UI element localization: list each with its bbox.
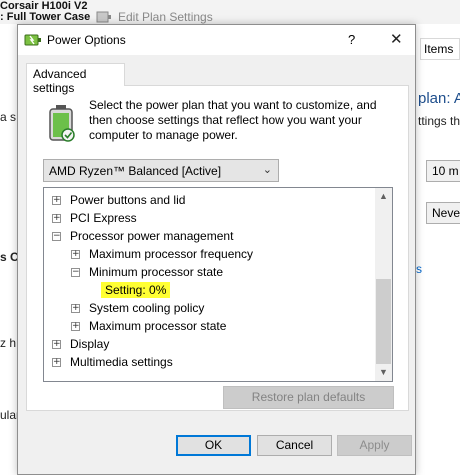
expand-icon[interactable]: + [71, 303, 80, 313]
help-button[interactable]: ? [348, 32, 355, 47]
tree-item-min-processor-state[interactable]: − Minimum processor state [71, 263, 223, 281]
tree-item-label: Display [70, 337, 110, 351]
setting-value-highlight[interactable]: Setting: 0% [101, 282, 171, 298]
dialog-body: Advanced settings Select the power plan … [18, 55, 415, 474]
background-link[interactable]: s [416, 262, 422, 276]
power-plan-dropdown[interactable]: AMD Ryzen™ Balanced [Active] ⌄ [43, 159, 279, 182]
tree-item-max-processor-frequency[interactable]: + Maximum processor frequency [71, 245, 253, 263]
tree-item-label: System cooling policy [89, 301, 205, 315]
chevron-down-icon: ⌄ [262, 164, 272, 176]
background-left-fragment-2: s C [0, 250, 19, 264]
tree-item-label: Maximum processor state [89, 319, 227, 333]
dialog-title: Power Options [47, 33, 126, 47]
background-combo-1[interactable]: 10 m [426, 160, 460, 182]
expand-icon[interactable]: + [52, 195, 61, 205]
setting-value: 0% [149, 283, 167, 297]
instruction-text: Select the power plan that you want to c… [89, 98, 377, 142]
scroll-up-arrow-icon[interactable]: ▲ [375, 188, 392, 205]
edit-plan-title-text: Edit Plan Settings [118, 10, 213, 24]
background-left-fragment-1: a s [0, 110, 17, 124]
dialog-titlebar[interactable]: Power Options ? ✕ [18, 25, 415, 55]
tree-item-max-processor-state[interactable]: + Maximum processor state [71, 317, 226, 335]
battery-icon [49, 105, 75, 142]
collapse-icon[interactable]: − [71, 267, 80, 277]
power-options-icon [24, 34, 41, 46]
apply-button[interactable]: Apply [337, 435, 412, 456]
expand-icon[interactable]: + [52, 213, 61, 223]
cancel-button[interactable]: Cancel [257, 435, 332, 456]
power-plan-icon [96, 11, 111, 23]
close-button[interactable]: ✕ [390, 30, 403, 48]
collapse-icon[interactable]: − [52, 231, 61, 241]
tree-item-power-buttons[interactable]: + Power buttons and lid [52, 191, 185, 209]
expand-icon[interactable]: + [52, 357, 61, 367]
power-plan-selected: AMD Ryzen™ Balanced [Active] [49, 164, 222, 178]
tree-item-label: Processor power management [70, 229, 234, 243]
tree-item-label: Power buttons and lid [70, 193, 186, 207]
background-left-fragment-3: z h [0, 336, 17, 350]
expand-icon[interactable]: + [71, 321, 80, 331]
expand-icon[interactable]: + [52, 339, 61, 349]
background-product-subtitle: : Full Tower Case [0, 11, 91, 23]
expand-icon[interactable]: + [71, 249, 80, 259]
tree-item-label: Maximum processor frequency [89, 247, 254, 261]
ok-button[interactable]: OK [176, 435, 251, 456]
background-items-tab[interactable]: Items [420, 38, 460, 60]
tree-item-display[interactable]: + Display [52, 335, 109, 353]
power-options-dialog: Power Options ? ✕ Advanced settings Sele… [17, 24, 416, 475]
tab-advanced-settings[interactable]: Advanced settings [26, 63, 125, 95]
background-combo-2[interactable]: Neve [426, 202, 460, 224]
background-window-strip: Corsair H100i V2 : Full Tower Case [0, 0, 460, 24]
tree-item-label: PCI Express [70, 211, 137, 225]
background-plan-heading: plan: A [418, 90, 460, 107]
tree-item-label: Multimedia settings [70, 355, 173, 369]
scrollbar-thumb[interactable] [376, 279, 391, 364]
tree-item-system-cooling-policy[interactable]: + System cooling policy [71, 299, 204, 317]
setting-label: Setting: [105, 283, 146, 297]
background-settings-text: ttings th [418, 114, 460, 128]
tree-item-multimedia-settings[interactable]: + Multimedia settings [52, 353, 173, 371]
restore-plan-defaults-button[interactable]: Restore plan defaults [223, 386, 394, 409]
tree-scrollbar[interactable]: ▲ ▼ [375, 188, 392, 381]
advanced-settings-panel: Select the power plan that you want to c… [26, 85, 409, 411]
tree-item-pci-express[interactable]: + PCI Express [52, 209, 137, 227]
tree-item-setting[interactable]: Setting: 0% [101, 281, 171, 299]
scroll-down-arrow-icon[interactable]: ▼ [375, 364, 392, 381]
settings-tree[interactable]: + Power buttons and lid + PCI Express − … [43, 187, 393, 382]
tree-item-processor-power-management[interactable]: − Processor power management [52, 227, 233, 245]
tree-item-label: Minimum processor state [89, 265, 224, 279]
